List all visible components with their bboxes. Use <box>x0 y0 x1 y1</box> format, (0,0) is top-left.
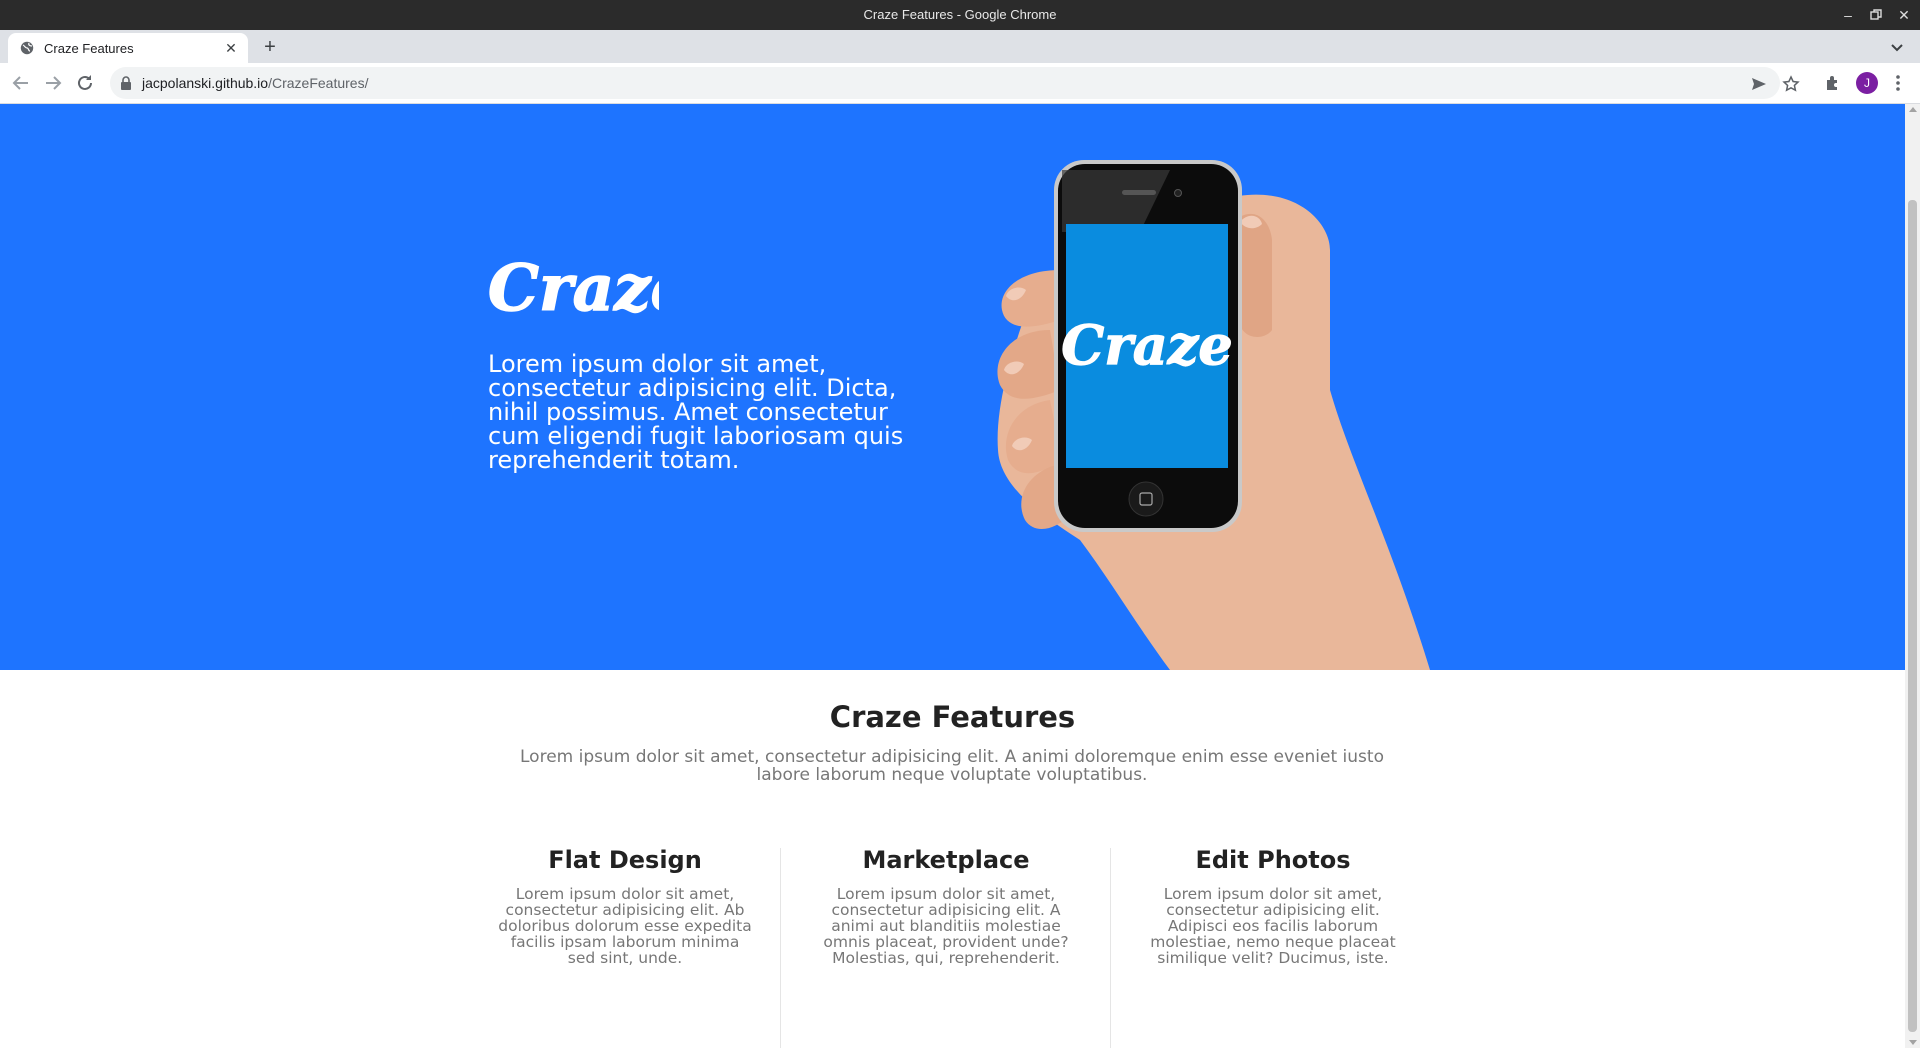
puzzle-icon[interactable] <box>1823 73 1843 93</box>
hero-section: Craze Lorem ipsum dolor sit amet, consec… <box>0 104 1905 670</box>
phone-screen-logo: Craze <box>1061 313 1232 377</box>
tab-title: Craze Features <box>44 41 134 56</box>
globe-icon <box>20 41 34 55</box>
page-scrollbar[interactable] <box>1905 104 1920 1048</box>
new-tab-button[interactable]: + <box>258 36 282 60</box>
send-icon[interactable] <box>1750 75 1768 93</box>
feature-text: Lorem ipsum dolor sit amet, consectetur … <box>1150 885 1396 967</box>
craze-logo: Craze <box>487 250 659 326</box>
close-tab-icon[interactable]: ✕ <box>222 39 240 57</box>
column-divider <box>780 848 781 1048</box>
restore-icon[interactable] <box>1866 5 1886 25</box>
browser-toolbar: jacpolanski.github.io/CrazeFeatures/ J <box>0 63 1920 104</box>
feature-heading: Edit Photos <box>1195 846 1351 874</box>
feature-column-edit-photos: Edit Photos Lorem ipsum dolor sit amet, … <box>1150 844 1396 966</box>
kebab-menu-icon[interactable] <box>1888 73 1908 93</box>
url-path: /CrazeFeatures/ <box>268 75 369 91</box>
star-icon[interactable] <box>1782 75 1800 93</box>
scrollbar-thumb[interactable] <box>1908 200 1917 1032</box>
chevron-down-icon[interactable] <box>1888 38 1906 56</box>
column-divider <box>1110 848 1111 1048</box>
feature-text: Lorem ipsum dolor sit amet, consectetur … <box>823 885 1069 967</box>
window-titlebar: Craze Features - Google Chrome – ✕ <box>0 0 1920 30</box>
url-host: jacpolanski.github.io <box>142 75 269 91</box>
tab-craze-features[interactable]: Craze Features ✕ <box>8 33 248 63</box>
feature-column-marketplace: Marketplace Lorem ipsum dolor sit amet, … <box>811 844 1081 966</box>
hero-description: Lorem ipsum dolor sit amet, consectetur … <box>488 350 904 474</box>
scroll-down-icon[interactable] <box>1909 1040 1917 1045</box>
url-text[interactable]: jacpolanski.github.io/CrazeFeatures/ <box>142 75 368 91</box>
feature-column-flat-design: Flat Design Lorem ipsum dolor sit amet, … <box>497 844 753 966</box>
lock-icon[interactable] <box>120 76 132 90</box>
arrow-right-icon[interactable] <box>42 72 64 94</box>
minimize-icon[interactable]: – <box>1838 5 1858 25</box>
reload-icon[interactable] <box>74 72 96 94</box>
phone-in-hand-image: Craze <box>997 160 1430 670</box>
feature-heading: Flat Design <box>548 846 702 874</box>
tab-strip: Craze Features ✕ + <box>0 30 1920 63</box>
feature-text: Lorem ipsum dolor sit amet, consectetur … <box>498 885 752 967</box>
avatar[interactable]: J <box>1856 72 1878 94</box>
feature-heading: Marketplace <box>862 846 1030 874</box>
window-title: Craze Features - Google Chrome <box>863 7 1057 22</box>
scroll-up-icon[interactable] <box>1909 107 1917 112</box>
address-bar[interactable]: jacpolanski.github.io/CrazeFeatures/ <box>110 67 1800 99</box>
page-viewport: Craze Lorem ipsum dolor sit amet, consec… <box>0 104 1905 1048</box>
features-title: Craze Features <box>829 700 1076 734</box>
logo-text: Craze <box>488 251 659 326</box>
close-window-icon[interactable]: ✕ <box>1894 5 1914 25</box>
features-subtitle: Lorem ipsum dolor sit amet, consectetur … <box>520 747 1384 785</box>
arrow-left-icon[interactable] <box>10 72 32 94</box>
